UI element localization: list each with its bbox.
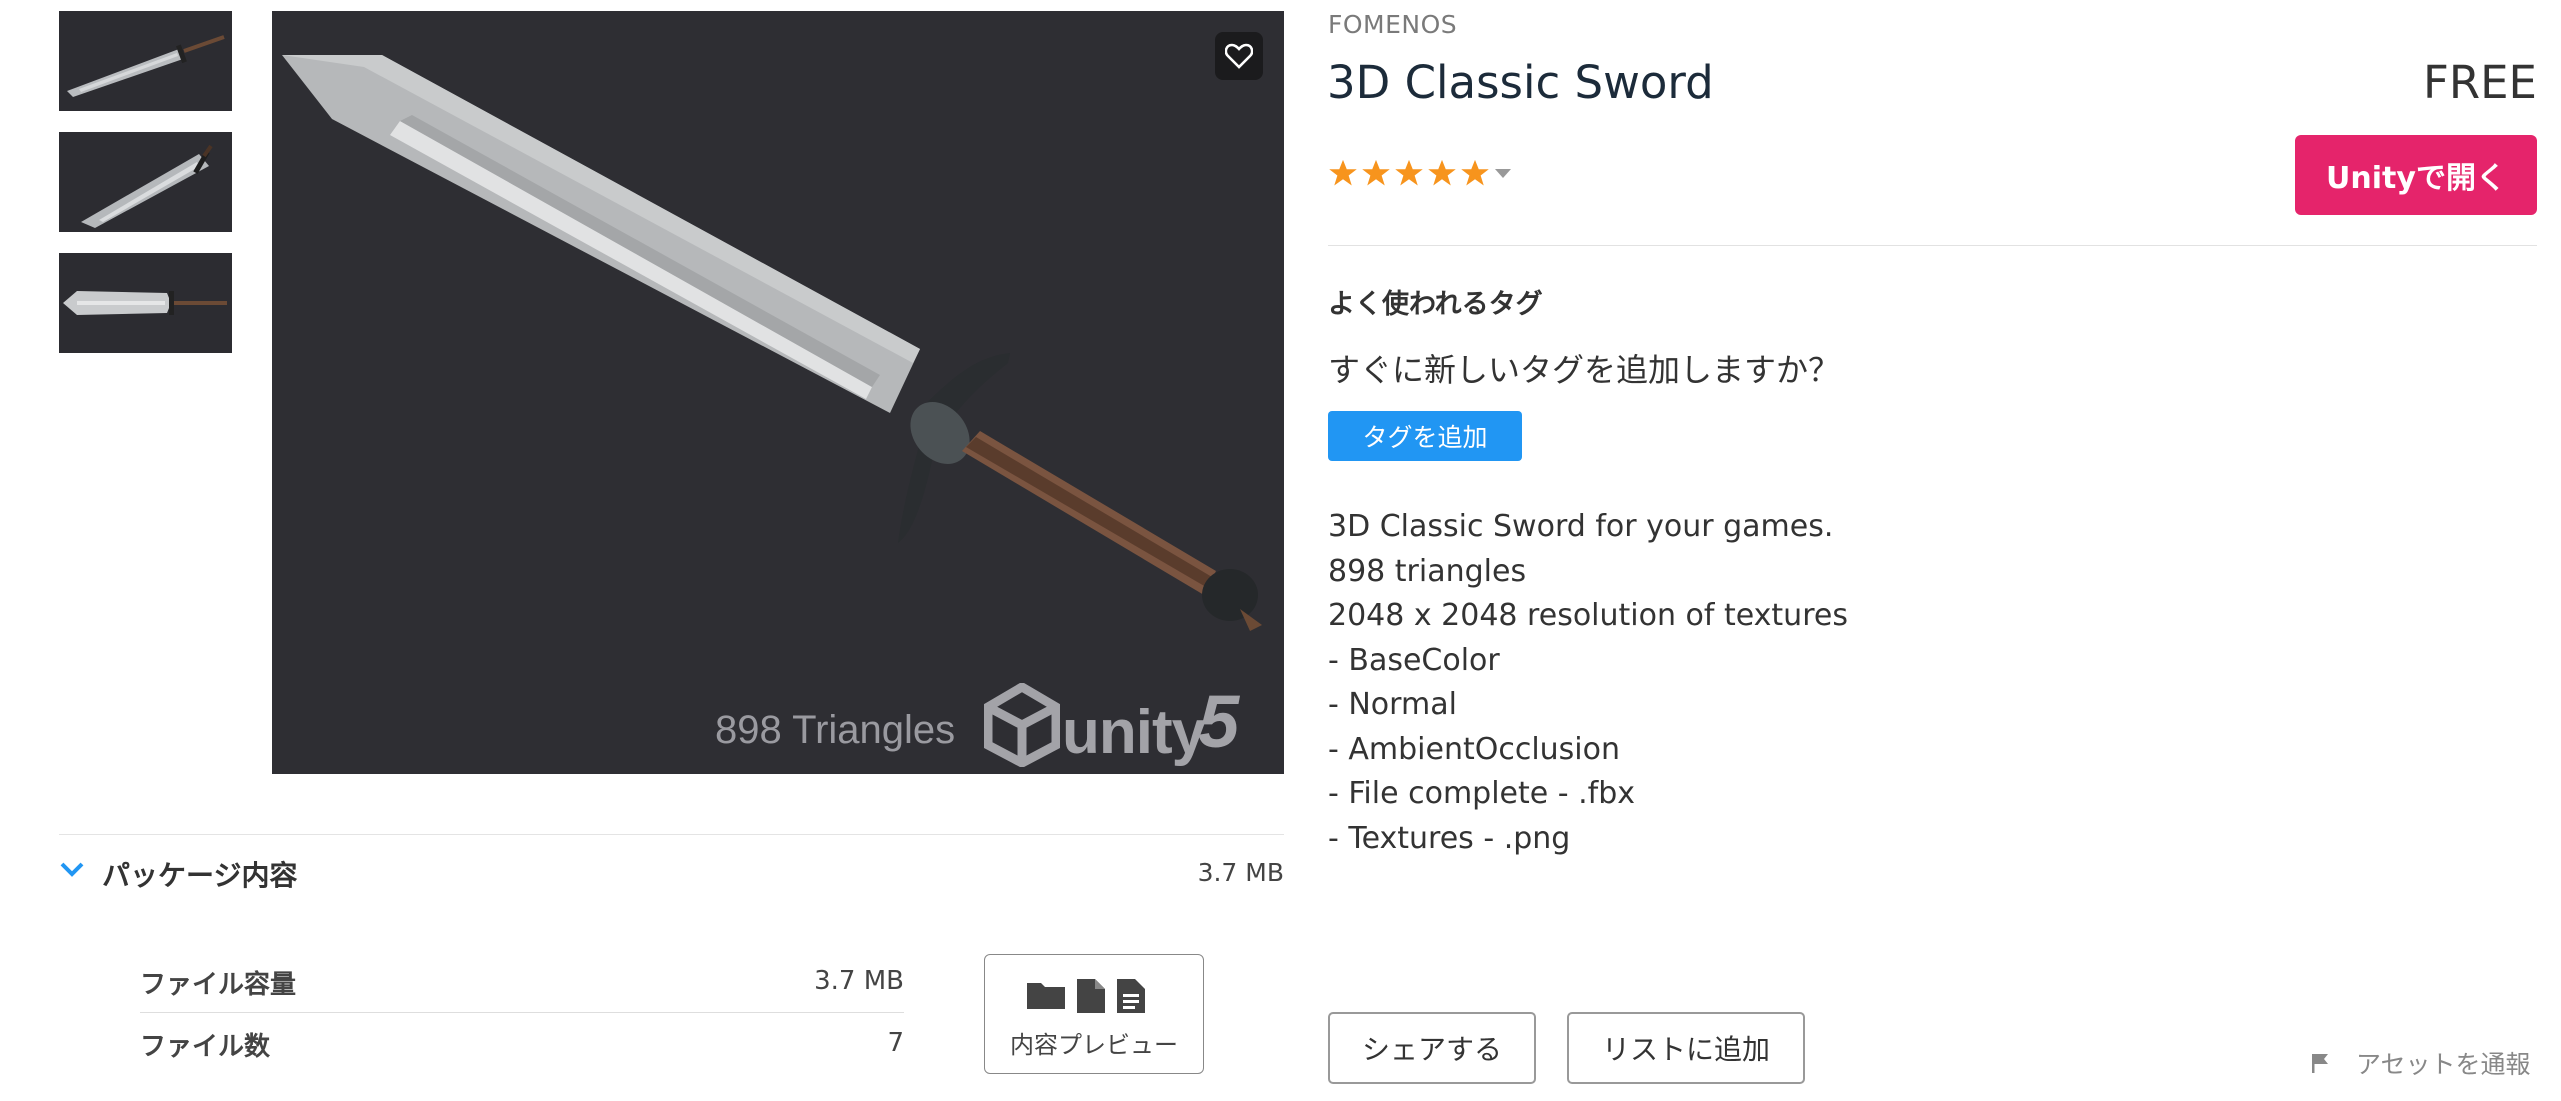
report-asset-link[interactable]: アセットを通報 [2310,1045,2531,1081]
document-icon [1117,979,1145,1013]
add-to-list-button[interactable]: リストに追加 [1567,1012,1805,1084]
description-line: - Normal [1328,687,1457,722]
info-row-file-size: ファイル容量 3.7 MB [140,960,904,1022]
popular-tags-heading: よく使われるタグ [1328,289,1543,320]
publisher-link[interactable]: FOMENOS [1328,10,1457,39]
add-tag-prompt: すぐに新しいタグを追加しますか？ [1328,351,1841,389]
description-line: - BaseColor [1328,642,1500,678]
description-line: - Textures - .png [1328,820,1571,856]
star-icon [1428,159,1456,186]
star-icon [1461,159,1489,186]
favorite-button[interactable] [1215,32,1263,80]
description-line: 3D Classic Sword for your games. [1328,509,1834,544]
description-line: - AmbientOcclusion [1328,731,1621,767]
star-icon [1362,159,1390,186]
triangles-overlay-text: 898 Triangles [715,708,956,752]
thumbnail-1[interactable] [59,11,232,111]
open-in-unity-button[interactable]: Unityで開く [2295,135,2537,215]
add-tag-button[interactable]: タグを追加 [1328,411,1522,461]
description-line: 898 triangles [1328,553,1527,589]
chevron-down-icon [60,862,84,877]
report-asset-label: アセットを通報 [2356,1050,2531,1079]
package-divider [59,834,1284,835]
info-row-file-count: ファイル数 7 [140,1022,904,1084]
file-count-value: 7 [887,1028,904,1058]
thumbnail-2[interactable] [59,132,232,232]
file-size-label: ファイル容量 [140,970,297,1000]
folder-icon [1027,983,1065,1009]
package-contents-title: パッケージ内容 [102,859,298,892]
price: FREE [2422,56,2537,109]
content-preview-button[interactable]: 内容プレビュー [984,954,1204,1074]
file-icon [1077,979,1105,1013]
star-icon [1329,159,1357,186]
package-size: 3.7 MB [1197,858,1284,887]
unity-logo-text: unity [1062,698,1206,767]
file-count-label: ファイル数 [140,1032,271,1062]
sword-image [282,55,1262,631]
flag-icon [2312,1054,2328,1073]
thumbnail-3[interactable] [59,253,232,353]
package-info-table: ファイル容量 3.7 MB ファイル数 7 [140,960,904,1084]
main-preview-image[interactable]: 898 Triangles unity 5 [272,11,1284,774]
preview-icons [1025,977,1147,1015]
description-line: - File complete - .fbx [1328,776,1636,811]
unity-logo-overlay: unity 5 [983,680,1239,772]
unity-logo-icon [983,681,1061,769]
thumbnail-strip [59,11,232,374]
share-button[interactable]: シェアする [1328,1012,1536,1084]
product-description: 3D Classic Sword for your games. 898 tri… [1328,505,1848,861]
rating-stars[interactable] [1328,158,1513,188]
section-divider [1328,245,2537,246]
package-contents-header[interactable]: パッケージ内容 3.7 MB [59,852,1284,892]
product-title: 3D Classic Sword [1327,56,1714,109]
star-icon [1395,159,1423,186]
file-size-value: 3.7 MB [814,966,904,996]
row-divider [140,1012,904,1013]
content-preview-label: 内容プレビュー [1010,1031,1178,1059]
description-line: 2048 x 2048 resolution of textures [1328,598,1848,633]
unity-version-text: 5 [1198,680,1240,763]
heart-icon [1225,43,1253,69]
caret-down-icon[interactable] [1493,166,1513,180]
